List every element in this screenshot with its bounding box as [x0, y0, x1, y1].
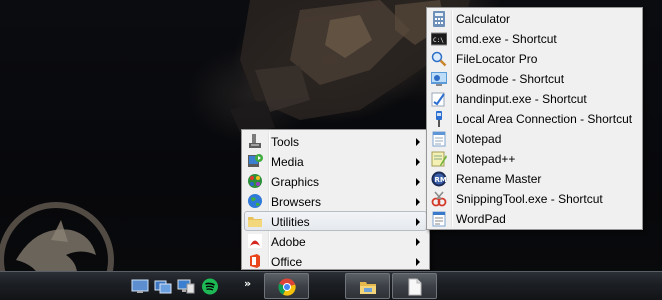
notepad-icon — [431, 131, 447, 147]
command-prompt-icon: C:\ — [430, 31, 448, 47]
menu-item-label: Browsers — [271, 195, 322, 209]
submenu-item-label: Local Area Connection - Shortcut — [456, 112, 633, 126]
menu-item-tools[interactable]: Tools — [244, 131, 427, 151]
wordpad-icon — [431, 211, 447, 227]
submenu-item-label: cmd.exe - Shortcut — [456, 32, 557, 46]
utilities-folder-icon — [247, 213, 263, 229]
submenu-item-label: Rename Master — [456, 172, 542, 186]
menu-item-utilities[interactable]: Utilities — [244, 211, 427, 231]
tools-icon — [247, 133, 263, 149]
svg-text:C:\: C:\ — [433, 37, 444, 44]
calculator-icon — [431, 11, 447, 27]
remote-desktop-icon[interactable] — [177, 278, 195, 295]
rename-master-icon: RM — [431, 171, 447, 187]
chrome-icon — [278, 278, 296, 296]
notepad-plus-plus-icon — [431, 151, 447, 167]
submenu-item-label: Notepad — [456, 132, 502, 146]
network-cable-icon — [431, 111, 447, 127]
handwriting-icon — [431, 91, 447, 107]
submenu-item-label: Godmode - Shortcut — [456, 72, 565, 86]
submenu-item-snipping-tool[interactable]: SnippingTool.exe - Shortcut — [429, 189, 640, 209]
submenu-arrow-icon — [416, 218, 420, 226]
office-icon — [247, 253, 263, 269]
submenu-arrow-icon — [416, 138, 420, 146]
submenu-arrow-icon — [416, 238, 420, 246]
file-explorer-icon — [360, 282, 376, 294]
adobe-icon — [247, 233, 263, 249]
submenu-item-notepad-plus-plus[interactable]: Notepad++ — [429, 149, 640, 169]
submenu-arrow-icon — [416, 158, 420, 166]
media-icon — [247, 153, 263, 169]
submenu-item-local-area-connection[interactable]: Local Area Connection - Shortcut — [429, 109, 640, 129]
menu-item-label: Graphics — [271, 175, 320, 189]
submenu-arrow-icon — [416, 178, 420, 186]
submenu-item-label: handinput.exe - Shortcut — [456, 92, 587, 106]
menu-item-office[interactable]: Office — [244, 251, 427, 271]
submenu-item-calculator[interactable]: Calculator — [429, 9, 640, 29]
submenu-item-label: WordPad — [456, 212, 506, 226]
blank-document-icon — [408, 278, 422, 296]
snipping-tool-icon — [431, 191, 447, 207]
menu-item-adobe[interactable]: Adobe — [244, 231, 427, 251]
submenu-item-godmode[interactable]: Godmode - Shortcut — [429, 69, 640, 89]
submenu-item-cmd[interactable]: C:\ cmd.exe - Shortcut — [429, 29, 640, 49]
window-switcher-icon[interactable] — [154, 278, 172, 295]
graphics-icon — [247, 173, 263, 189]
submenu-item-label: FileLocator Pro — [456, 52, 538, 66]
submenu-item-notepad[interactable]: Notepad — [429, 129, 640, 149]
toolbar-chevron-button[interactable]: » — [244, 277, 251, 290]
utilities-submenu: Calculator C:\ cmd.exe - Shortcut FileLo… — [426, 7, 643, 230]
submenu-arrow-icon — [416, 258, 420, 266]
menu-item-label: Utilities — [271, 215, 310, 229]
toolbar-main-menu: Tools Media Graphics Browsers Utilities — [241, 129, 430, 270]
menu-item-browsers[interactable]: Browsers — [244, 191, 427, 211]
svg-text:RM: RM — [435, 176, 447, 184]
globe-icon — [247, 193, 263, 209]
menu-item-graphics[interactable]: Graphics — [244, 171, 427, 191]
spotify-icon[interactable] — [201, 278, 219, 295]
taskbar: » — [0, 271, 662, 300]
menu-item-label: Tools — [271, 135, 300, 149]
submenu-item-handinput[interactable]: handinput.exe - Shortcut — [429, 89, 640, 109]
menu-item-media[interactable]: Media — [244, 151, 427, 171]
submenu-item-wordpad[interactable]: WordPad — [429, 209, 640, 229]
magnifier-icon — [431, 51, 447, 67]
control-panel-icon — [431, 71, 447, 87]
submenu-item-filelocator[interactable]: FileLocator Pro — [429, 49, 640, 69]
menu-item-label: Media — [271, 155, 304, 169]
submenu-item-label: Notepad++ — [456, 152, 516, 166]
taskbar-button-document[interactable] — [392, 273, 437, 299]
submenu-item-label: Calculator — [456, 12, 511, 26]
taskbar-button-file-explorer[interactable] — [345, 273, 390, 299]
taskbar-button-chrome[interactable] — [264, 273, 309, 299]
menu-item-label: Office — [271, 255, 303, 269]
submenu-arrow-icon — [416, 198, 420, 206]
show-desktop-icon[interactable] — [131, 278, 149, 295]
submenu-item-rename-master[interactable]: RM Rename Master — [429, 169, 640, 189]
submenu-item-label: SnippingTool.exe - Shortcut — [456, 192, 603, 206]
menu-item-label: Adobe — [271, 235, 306, 249]
